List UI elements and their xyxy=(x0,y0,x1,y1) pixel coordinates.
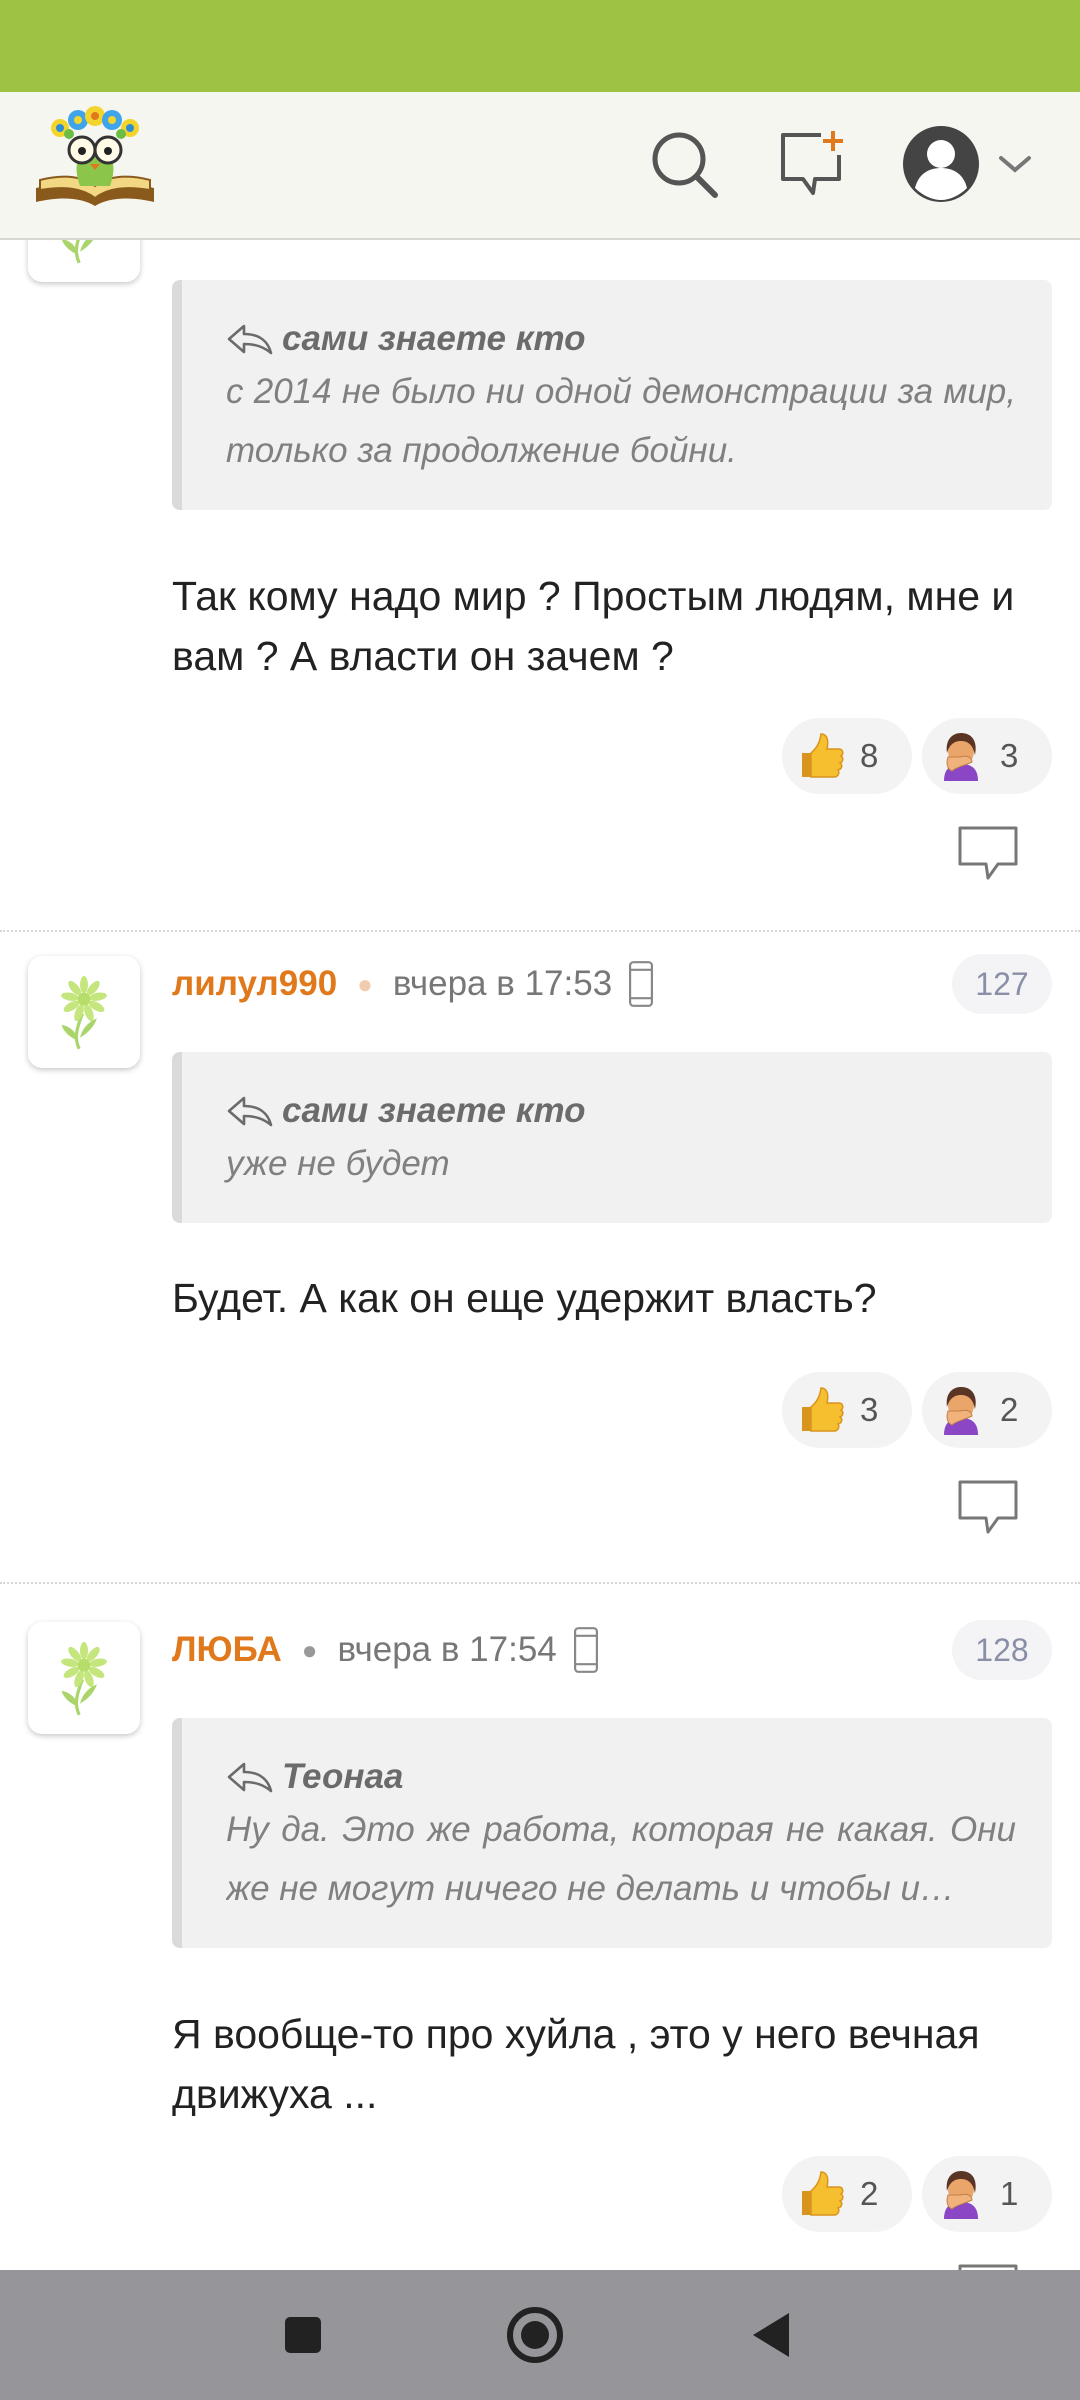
quote-block[interactable]: Теонаа Ну да. Это же работа, которая не … xyxy=(172,1718,1052,1948)
comment-text: Я вообще-то про хуйла , это у него вечна… xyxy=(172,2011,980,2117)
reply-bubble-icon xyxy=(956,1478,1020,1538)
quote-block[interactable]: сами знаете кто с 2014 не было ни одной … xyxy=(172,280,1052,510)
reaction-thumbs-up[interactable]: 2 xyxy=(782,2156,912,2232)
profile-menu-button[interactable] xyxy=(898,126,1038,202)
reply-bubble-icon xyxy=(956,824,1020,884)
quote-author-name: сами знаете кто xyxy=(282,1091,586,1130)
reply-button[interactable] xyxy=(956,2262,1020,2270)
reaction-facepalm[interactable]: 2 xyxy=(922,1372,1052,1448)
app-header xyxy=(0,92,1080,240)
recents-button[interactable] xyxy=(268,2300,338,2370)
reply-arrow-icon xyxy=(226,1095,274,1127)
quote-author: сами знаете кто xyxy=(226,1088,1016,1134)
comment-text: Будет. А как он еще удержит власть? xyxy=(172,1275,877,1321)
reaction-count: 2 xyxy=(1000,1391,1019,1428)
thumbs-up-icon xyxy=(796,2169,846,2219)
comment-text: Так кому надо мир ? Простым людям, мне и… xyxy=(172,573,1015,679)
new-comment-icon xyxy=(781,131,843,195)
phone-icon xyxy=(626,960,656,1008)
reaction-facepalm[interactable]: 3 xyxy=(922,718,1052,794)
reply-button[interactable] xyxy=(956,1478,1020,1538)
thumbs-up-icon xyxy=(796,1385,846,1435)
quote-text: уже не будет xyxy=(226,1144,450,1183)
reaction-count: 3 xyxy=(860,1391,879,1428)
divider xyxy=(0,1582,1080,1584)
profile-avatar-icon xyxy=(903,126,979,202)
comments-list: сами знаете кто с 2014 не было ни одной … xyxy=(0,240,1080,2270)
search-button[interactable] xyxy=(646,126,722,202)
comment-author[interactable]: лилул990 xyxy=(172,964,337,1004)
chevron-down-icon xyxy=(999,156,1031,173)
reaction-count: 8 xyxy=(860,737,879,774)
search-icon xyxy=(652,132,718,198)
reply-arrow-icon xyxy=(226,323,274,355)
home-button[interactable] xyxy=(500,2300,570,2370)
thumbs-up-icon xyxy=(796,731,846,781)
status-bar xyxy=(0,0,1080,92)
back-button[interactable] xyxy=(736,2300,806,2370)
reaction-count: 2 xyxy=(860,2175,879,2212)
comment-number[interactable]: 128 xyxy=(952,1620,1052,1680)
system-navigation-bar xyxy=(0,2270,1080,2400)
reaction-thumbs-up[interactable]: 3 xyxy=(782,1372,912,1448)
circle-home-icon xyxy=(507,2307,563,2363)
reaction-facepalm[interactable]: 1 xyxy=(922,2156,1052,2232)
comment-time: вчера в 17:53 xyxy=(392,964,613,1003)
phone-icon xyxy=(571,1626,601,1674)
quote-author-name: сами знаете кто xyxy=(282,319,586,358)
reply-bubble-icon xyxy=(956,2262,1020,2270)
divider xyxy=(0,930,1080,932)
reactions: 2 1 xyxy=(782,2156,1052,2232)
reaction-count: 1 xyxy=(1000,2175,1019,2212)
quote-text: Ну да. Это же работа, которая не какая. … xyxy=(226,1810,1016,1908)
quote-text: с 2014 не было ни одной демонстрации за … xyxy=(226,372,1016,470)
book-flower-owl-logo[interactable] xyxy=(32,106,158,210)
avatar[interactable] xyxy=(28,956,140,1068)
quote-author: сами знаете кто xyxy=(226,316,1016,362)
comment-time: вчера в 17:54 xyxy=(337,1630,557,1669)
comment-author[interactable]: ЛЮБА xyxy=(172,1630,282,1670)
avatar[interactable] xyxy=(28,1622,140,1734)
reactions: 8 3 xyxy=(782,718,1052,794)
reaction-count: 3 xyxy=(1000,737,1019,774)
reaction-thumbs-up[interactable]: 8 xyxy=(782,718,912,794)
facepalm-icon xyxy=(936,2169,986,2219)
new-comment-button[interactable] xyxy=(774,126,850,202)
comment-meta: лилул990 ● вчера в 17:53 xyxy=(172,954,656,1014)
square-recents-icon xyxy=(285,2317,321,2353)
reply-arrow-icon xyxy=(226,1761,274,1793)
quote-block[interactable]: сами знаете кто уже не будет xyxy=(172,1052,1052,1223)
comment-meta: ЛЮБА ● вчера в 17:54 xyxy=(172,1620,601,1680)
reply-button[interactable] xyxy=(956,824,1020,884)
facepalm-icon xyxy=(936,731,986,781)
comment-number[interactable]: 127 xyxy=(952,954,1052,1014)
reactions: 3 2 xyxy=(782,1372,1052,1448)
quote-author-name: Теонаа xyxy=(282,1757,404,1796)
avatar[interactable] xyxy=(28,240,140,282)
facepalm-icon xyxy=(936,1385,986,1435)
triangle-back-icon xyxy=(753,2313,789,2357)
quote-author: Теонаа xyxy=(226,1754,1016,1800)
